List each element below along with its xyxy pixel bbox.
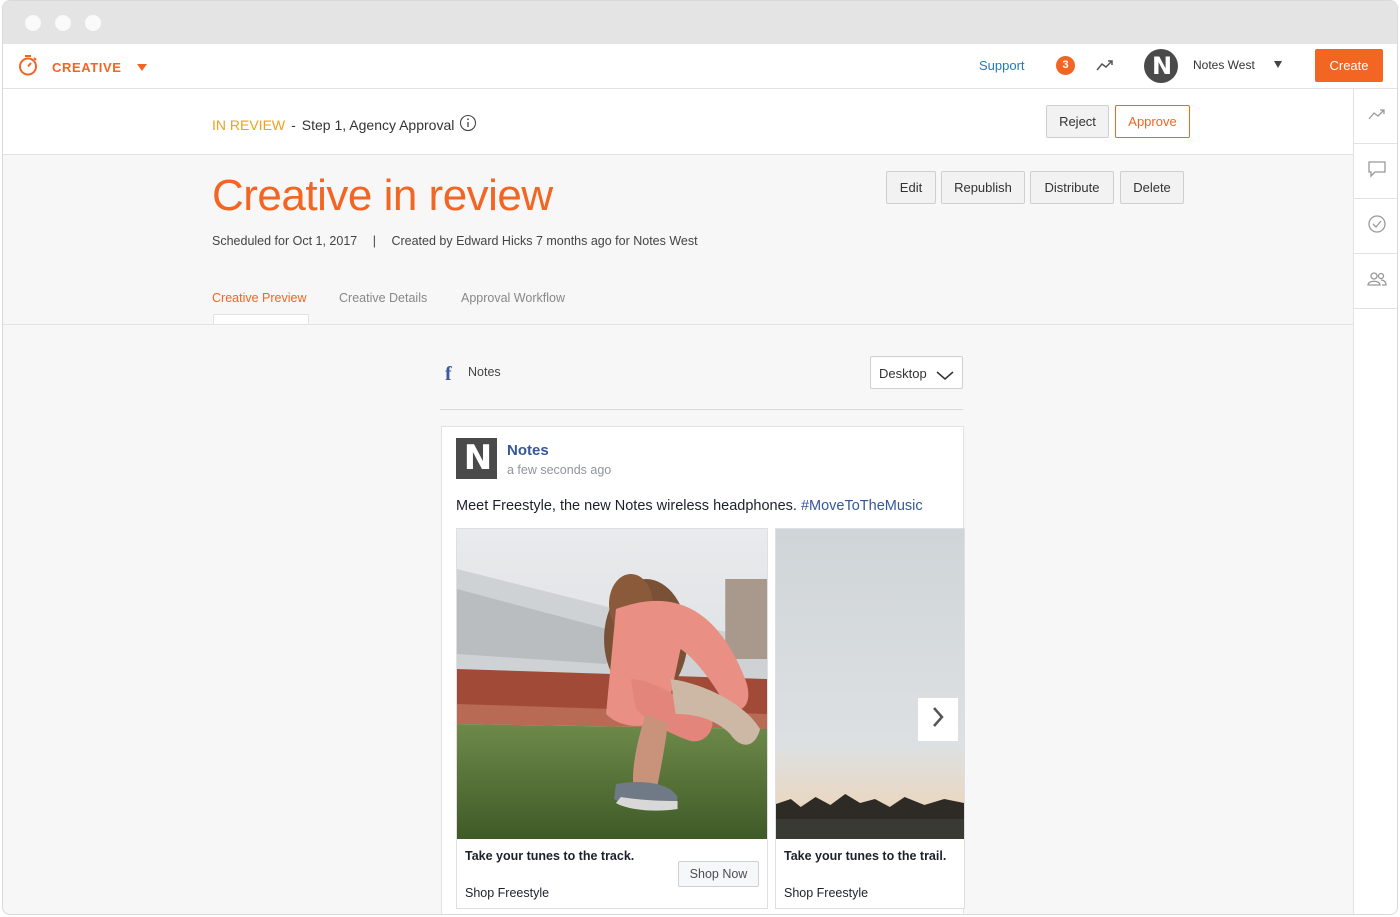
post-preview-card: N Notes a few seconds ago Meet Freestyle… xyxy=(441,426,965,914)
approve-button[interactable]: Approve xyxy=(1115,105,1190,138)
preview-page-label: Notes xyxy=(468,365,501,379)
tabs-divider xyxy=(3,324,1353,325)
device-select[interactable]: Desktop xyxy=(870,356,963,389)
carousel-card[interactable]: Take your tunes to the track. Shop Now S… xyxy=(456,528,768,909)
trend-icon xyxy=(1367,106,1387,127)
card-subtitle: Shop Freestyle xyxy=(784,886,869,900)
caret-down-icon xyxy=(136,64,147,71)
post-timestamp: a few seconds ago xyxy=(507,463,612,477)
reject-button[interactable]: Reject xyxy=(1046,105,1109,138)
preview-header: f Notes Desktop xyxy=(440,356,963,410)
account-name[interactable]: Notes West xyxy=(1193,58,1255,72)
window-minimize-dot[interactable] xyxy=(55,15,71,31)
window-maximize-dot[interactable] xyxy=(85,15,101,31)
edit-button[interactable]: Edit xyxy=(886,171,936,204)
support-link[interactable]: Support xyxy=(979,58,1025,73)
rail-item-trends[interactable] xyxy=(1354,89,1397,144)
rail-item-approvals[interactable] xyxy=(1354,199,1397,254)
trend-icon[interactable] xyxy=(1095,57,1115,78)
rail-item-comments[interactable] xyxy=(1354,144,1397,199)
sky-over-treeline-photo xyxy=(776,529,964,839)
active-tab-indicator xyxy=(213,314,309,324)
browser-window: CREATIVE Support 3 N Notes West Create I… xyxy=(2,0,1398,915)
account-caret-down-icon[interactable] xyxy=(1274,61,1282,68)
meta-separator: | xyxy=(372,234,376,248)
chevron-right-icon xyxy=(931,706,945,733)
notification-badge[interactable]: 3 xyxy=(1056,56,1075,75)
users-icon xyxy=(1366,270,1388,293)
delete-button[interactable]: Delete xyxy=(1120,171,1184,204)
create-button[interactable]: Create xyxy=(1315,49,1383,82)
account-avatar[interactable]: N xyxy=(1144,49,1178,83)
shop-now-button[interactable]: Shop Now xyxy=(678,861,759,887)
tab-creative-details[interactable]: Creative Details xyxy=(339,291,427,305)
chevron-down-icon xyxy=(936,369,954,384)
republish-button[interactable]: Republish xyxy=(941,171,1025,204)
review-status-bar: IN REVIEW - Step 1, Agency Approval Reje… xyxy=(3,89,1353,155)
check-circle-icon xyxy=(1367,214,1387,239)
product-label: CREATIVE xyxy=(52,60,122,75)
top-navbar: CREATIVE Support 3 N Notes West Create xyxy=(3,44,1397,89)
window-titlebar xyxy=(3,1,1397,44)
right-rail xyxy=(1353,89,1397,914)
athlete-tying-shoe-on-track-photo xyxy=(457,529,767,839)
device-select-value: Desktop xyxy=(879,366,927,381)
creative-meta: Scheduled for Oct 1, 2017 | Created by E… xyxy=(212,234,698,248)
tab-approval-workflow[interactable]: Approval Workflow xyxy=(461,291,565,305)
post-page-name[interactable]: Notes xyxy=(507,442,549,459)
post-hashtag[interactable]: #MoveToTheMusic xyxy=(801,498,923,514)
review-status-line: IN REVIEW - Step 1, Agency Approval xyxy=(212,114,477,135)
card-subtitle: Shop Freestyle xyxy=(465,886,550,900)
post-text: Meet Freestyle, the new Notes wireless h… xyxy=(456,498,923,514)
distribute-button[interactable]: Distribute xyxy=(1030,171,1114,204)
product-switcher[interactable]: CREATIVE xyxy=(17,54,147,81)
window-close-dot[interactable] xyxy=(25,15,41,31)
created-by: Created by Edward Hicks 7 months ago for… xyxy=(391,234,698,248)
stopwatch-icon xyxy=(17,54,39,81)
info-icon[interactable] xyxy=(459,114,477,135)
tab-creative-preview[interactable]: Creative Preview xyxy=(212,291,306,305)
post-body: Meet Freestyle, the new Notes wireless h… xyxy=(456,498,797,514)
facebook-icon: f xyxy=(445,363,452,385)
card-headline: Take your tunes to the trail. xyxy=(784,849,947,863)
status-separator: - xyxy=(291,116,296,133)
scheduled-date: Scheduled for Oct 1, 2017 xyxy=(212,234,358,248)
page-title: Creative in review xyxy=(212,171,553,220)
approval-step: Step 1, Agency Approval xyxy=(301,116,455,133)
comment-icon xyxy=(1367,160,1387,183)
post-avatar: N xyxy=(456,438,497,479)
rail-item-users[interactable] xyxy=(1354,254,1397,309)
carousel-next-button[interactable] xyxy=(918,698,958,741)
status-badge: IN REVIEW xyxy=(212,116,286,133)
card-headline: Take your tunes to the track. xyxy=(465,849,635,863)
